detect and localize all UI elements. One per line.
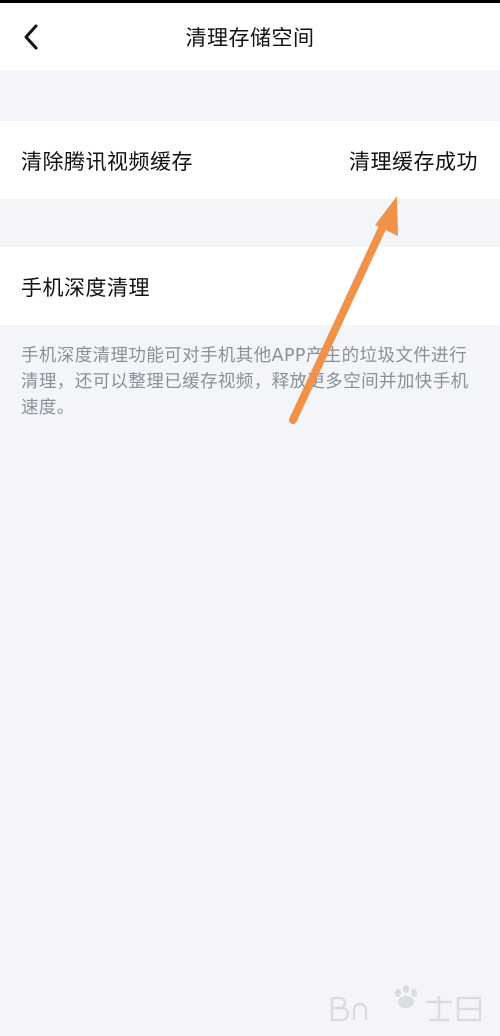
clear-cache-label: 清除腾讯视频缓存 <box>21 150 193 174</box>
deep-clean-label: 手机深度清理 <box>21 276 150 300</box>
page-title: 清理存储空间 <box>185 26 315 50</box>
phone-deep-clean-row[interactable]: 手机深度清理 <box>0 247 500 325</box>
deep-clean-description: 手机深度清理功能可对手机其他APP产生的垃圾文件进行清理，还可以整理已缓存视频，… <box>21 346 469 418</box>
navigation-bar: 清理存储空间 <box>0 3 500 70</box>
cache-cleared-status: 清理缓存成功 <box>349 150 478 174</box>
clear-tencent-video-cache-row[interactable]: 清除腾讯视频缓存 清理缓存成功 <box>0 121 500 199</box>
baidu-jingyan-watermark <box>330 985 482 1022</box>
